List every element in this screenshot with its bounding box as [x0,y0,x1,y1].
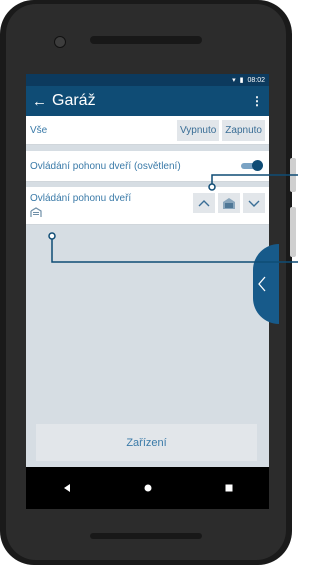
callout-lines [48,174,298,263]
